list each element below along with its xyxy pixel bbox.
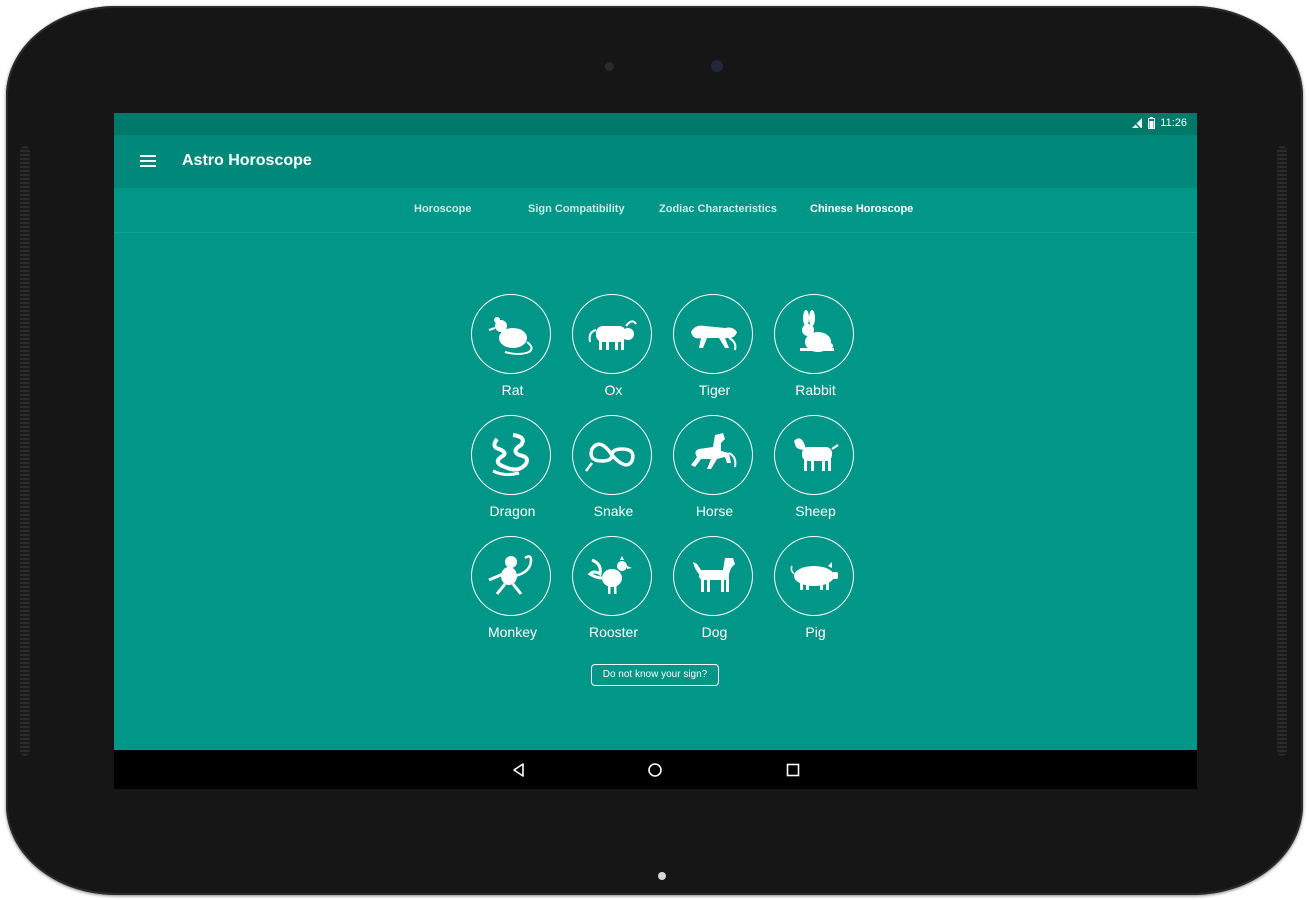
- ox-icon: [588, 320, 637, 350]
- sign-label: Monkey: [487, 624, 538, 640]
- sign-label: Snake: [593, 503, 634, 519]
- unknown-sign-button[interactable]: Do not know your sign?: [591, 664, 719, 686]
- sign-tiger[interactable]: Tiger: [664, 294, 765, 403]
- sign-label: Sheep: [795, 503, 836, 519]
- sign-pig[interactable]: Pig: [765, 536, 866, 645]
- pig-icon: [790, 562, 838, 590]
- status-bar: 11:26: [114, 113, 1197, 135]
- sign-monkey[interactable]: Monkey: [462, 536, 563, 645]
- sign-sheep[interactable]: Sheep: [765, 415, 866, 524]
- sign-dragon[interactable]: Dragon: [462, 415, 563, 524]
- left-speaker-grille: [20, 146, 30, 756]
- rat-icon: [488, 317, 533, 355]
- snake-icon: [585, 442, 635, 472]
- rabbit-icon: [800, 310, 834, 352]
- sign-dog[interactable]: Dog: [664, 536, 765, 645]
- sheep-icon: [794, 438, 839, 471]
- sign-label: Rat: [501, 382, 524, 398]
- notification-light: [658, 872, 666, 880]
- back-icon[interactable]: [510, 761, 528, 779]
- sign-ox[interactable]: Ox: [563, 294, 664, 403]
- signal-off-icon: [1131, 117, 1143, 129]
- chinese-sign-grid: Rat Ox Tiger Rabbit Dragon Snake Horse S…: [462, 294, 854, 645]
- battery-icon: [1148, 117, 1156, 129]
- front-sensor: [605, 62, 614, 71]
- monkey-icon: [488, 555, 533, 595]
- sign-rabbit[interactable]: Rabbit: [765, 294, 866, 403]
- sign-rat[interactable]: Rat: [462, 294, 563, 403]
- tab-chinese-horoscope[interactable]: Chinese Horoscope: [810, 203, 913, 215]
- app-bar: Astro Horoscope: [114, 135, 1197, 188]
- sign-label: Horse: [695, 503, 734, 519]
- sign-label: Rabbit: [795, 382, 836, 398]
- home-icon[interactable]: [646, 761, 664, 779]
- hamburger-menu-icon[interactable]: [140, 155, 156, 168]
- dog-icon: [693, 558, 735, 592]
- sign-label: Dog: [701, 624, 728, 640]
- sign-horse[interactable]: Horse: [664, 415, 765, 524]
- tab-bar: Horoscope Sign Compatibility Zodiac Char…: [114, 188, 1197, 233]
- dragon-icon: [492, 433, 529, 477]
- recents-icon[interactable]: [784, 761, 802, 779]
- sign-snake[interactable]: Snake: [563, 415, 664, 524]
- sign-label: Tiger: [698, 382, 731, 398]
- status-time: 11:26: [1160, 117, 1187, 129]
- sign-label: Pig: [805, 624, 826, 640]
- front-camera: [711, 60, 723, 72]
- sign-label: Ox: [604, 382, 623, 398]
- tab-zodiac-characteristics[interactable]: Zodiac Characteristics: [659, 203, 777, 215]
- right-speaker-grille: [1277, 146, 1287, 756]
- app-screen: 11:26 Astro Horoscope Horoscope Sign Com…: [114, 113, 1197, 789]
- horse-icon: [691, 433, 737, 469]
- tab-horoscope[interactable]: Horoscope: [414, 203, 471, 215]
- rooster-icon: [587, 556, 632, 594]
- app-title: Astro Horoscope: [182, 152, 312, 169]
- tab-sign-compatibility[interactable]: Sign Compatibility: [528, 203, 625, 215]
- android-navigation-bar: [114, 750, 1197, 789]
- tiger-icon: [691, 325, 737, 351]
- sign-label: Rooster: [588, 624, 639, 640]
- sign-label: Dragon: [489, 503, 536, 519]
- sign-rooster[interactable]: Rooster: [563, 536, 664, 645]
